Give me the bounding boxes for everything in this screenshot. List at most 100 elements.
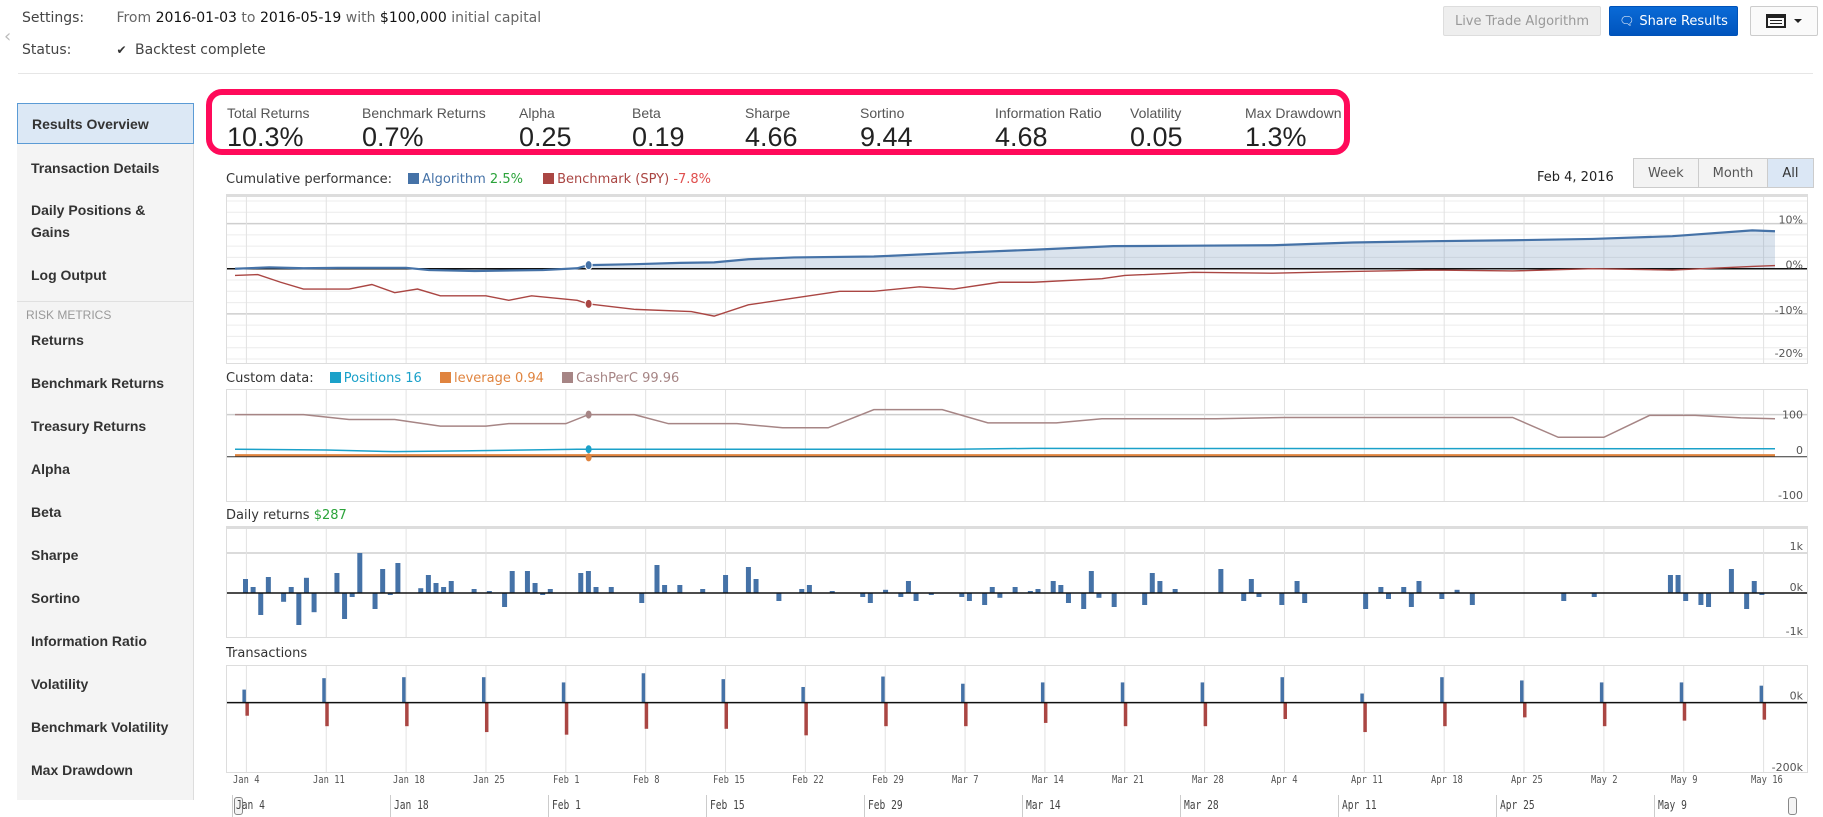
daily-return-bar	[357, 553, 363, 593]
sidebar-item-information-ratio[interactable]: Information Ratio	[17, 630, 194, 652]
start-date: 2016-01-03	[155, 10, 237, 26]
navigator-label: Apr 11	[1342, 798, 1377, 812]
settings-suffix: initial capital	[451, 10, 542, 26]
navigator-tick	[1338, 795, 1339, 817]
sidebar-item-results-overview[interactable]: Results Overview	[17, 103, 194, 144]
daily-return-bar	[1386, 593, 1391, 599]
cashperc-legend-label[interactable]: CashPerC	[576, 371, 638, 386]
daily-return-bar	[303, 577, 309, 593]
range-selector: Week Month All	[1633, 158, 1814, 188]
sell-transaction-bar	[1523, 702, 1527, 718]
sell-transaction-bar	[245, 702, 249, 716]
leverage-legend-label[interactable]: leverage	[454, 371, 511, 386]
sidebar-item-benchmark-volatility[interactable]: Benchmark Volatility	[17, 716, 194, 738]
metric-sharpe: Sharpe 4.66	[745, 105, 798, 152]
navigator-tick	[1022, 795, 1023, 817]
x-tick-label: Apr 4	[1271, 773, 1298, 786]
cumulative-title: Cumulative performance:	[226, 172, 392, 187]
positions-legend-value: 16	[405, 371, 422, 386]
navigator-right-handle-icon[interactable]	[1788, 797, 1797, 815]
daily-return-bar	[509, 571, 515, 593]
daily-return-bar	[380, 569, 386, 593]
buy-transaction-bar	[1520, 680, 1524, 703]
y-tick-label: 1k	[1790, 540, 1804, 553]
x-tick-label: Jan 4	[233, 773, 260, 786]
sidebar-item-sharpe[interactable]: Sharpe	[17, 544, 194, 566]
view-menu-button[interactable]	[1750, 6, 1818, 36]
daily-return-bar	[776, 593, 782, 601]
range-week-button[interactable]: Week	[1634, 159, 1699, 187]
sidebar-item-transaction-details[interactable]: Transaction Details	[17, 157, 194, 179]
custom-data-svg: 100 0 -100	[227, 390, 1807, 502]
cumulative-performance-chart[interactable]: 10% 0% -10% -20%	[226, 194, 1808, 364]
sell-transaction-bar	[1123, 702, 1128, 727]
live-trade-label: Live Trade Algorithm	[1454, 13, 1590, 29]
daily-return-bar	[311, 593, 317, 613]
daily-return-bar	[372, 593, 378, 609]
navigator-tick	[864, 795, 865, 817]
daily-return-bar	[1744, 593, 1750, 609]
y-tick-label: 0%	[1786, 259, 1803, 272]
daily-return-bar	[288, 587, 294, 593]
buy-transaction-bar	[801, 686, 805, 703]
x-tick-label: Feb 8	[632, 773, 660, 786]
daily-return-bar	[753, 579, 759, 593]
cashperc-marker	[585, 410, 592, 419]
benchmark-legend-swatch	[543, 173, 555, 184]
daily-return-bar	[1157, 581, 1163, 593]
transactions-chart[interactable]: 0k -200k	[226, 665, 1808, 774]
daily-return-bar	[1439, 593, 1445, 599]
daily-return-bar	[433, 583, 439, 593]
positions-legend-label[interactable]: Positions	[344, 371, 401, 386]
sell-transaction-bar	[325, 702, 329, 727]
navigator-tick	[548, 795, 549, 817]
navigator-label: Feb 29	[868, 798, 903, 812]
benchmark-legend-label[interactable]: Benchmark (SPY)	[557, 172, 669, 187]
chat-bubbles-icon: 🗨	[1619, 14, 1635, 28]
sidebar-item-beta[interactable]: Beta	[17, 501, 194, 523]
x-axis-labels: Jan 4 Jan 11 Jan 18 Jan 25 Feb 1 Feb 8 Feb 15 F…	[226, 773, 1808, 789]
daily-return-bar	[1469, 593, 1475, 605]
range-navigator[interactable]: Jan 4 Jan 18 Feb 1 Feb 15 Feb 29 Mar 14 Mar 28…	[226, 795, 1808, 817]
sidebar-item-daily-positions[interactable]: Daily Positions & Gains	[17, 199, 167, 243]
daily-return-bar	[296, 593, 302, 625]
daily-return-bar	[1667, 575, 1673, 593]
sidebar-item-returns[interactable]: Returns	[17, 329, 194, 351]
metric-label: Sortino	[860, 105, 905, 121]
share-results-button[interactable]: 🗨 Share Results	[1609, 6, 1738, 36]
daily-returns-chart[interactable]: 1k 0k -1k	[226, 526, 1808, 638]
daily-return-bar	[281, 593, 287, 602]
algorithm-legend-label[interactable]: Algorithm	[422, 172, 486, 187]
back-arrow-icon[interactable]: ‹	[4, 26, 11, 47]
buy-transaction-bar	[561, 682, 566, 703]
custom-data-chart[interactable]: 100 0 -100	[226, 389, 1808, 502]
navigator-label: Mar 14	[1026, 798, 1061, 812]
daily-return-bar	[1218, 569, 1224, 593]
navigator-label: Jan 18	[394, 798, 429, 812]
sidebar-item-label: Log Output	[31, 267, 107, 283]
buy-transaction-bar	[322, 678, 326, 703]
leverage-legend-value: 0.94	[514, 371, 544, 386]
navigator-label: Apr 25	[1500, 798, 1535, 812]
sidebar-item-volatility[interactable]: Volatility	[17, 673, 194, 695]
sidebar-item-max-drawdown[interactable]: Max Drawdown	[17, 759, 194, 781]
buy-transaction-bar	[242, 689, 246, 703]
sell-transaction-bar	[1602, 702, 1607, 727]
range-month-button[interactable]: Month	[1698, 159, 1769, 187]
cumulative-performance-svg: 10% 0% -10% -20%	[227, 197, 1807, 363]
x-tick-label: Apr 11	[1351, 773, 1384, 786]
daily-return-bar	[913, 593, 919, 601]
sidebar-item-sortino[interactable]: Sortino	[17, 587, 194, 609]
live-trade-button[interactable]: Live Trade Algorithm	[1443, 6, 1601, 36]
sidebar-item-alpha[interactable]: Alpha	[17, 458, 194, 480]
range-all-button[interactable]: All	[1768, 159, 1813, 187]
sidebar-item-treasury-returns[interactable]: Treasury Returns	[17, 415, 194, 437]
daily-return-bar	[502, 593, 508, 607]
cumulative-legend: Cumulative performance: Algorithm 2.5% B…	[226, 172, 711, 187]
daily-return-bar	[745, 567, 751, 593]
sidebar-item-label: Treasury Returns	[31, 418, 147, 434]
sidebar-item-label: Returns	[31, 332, 84, 348]
sidebar-item-log-output[interactable]: Log Output	[17, 264, 194, 286]
sidebar-item-benchmark-returns[interactable]: Benchmark Returns	[17, 372, 194, 394]
sidebar-item-label: Sharpe	[31, 547, 79, 563]
